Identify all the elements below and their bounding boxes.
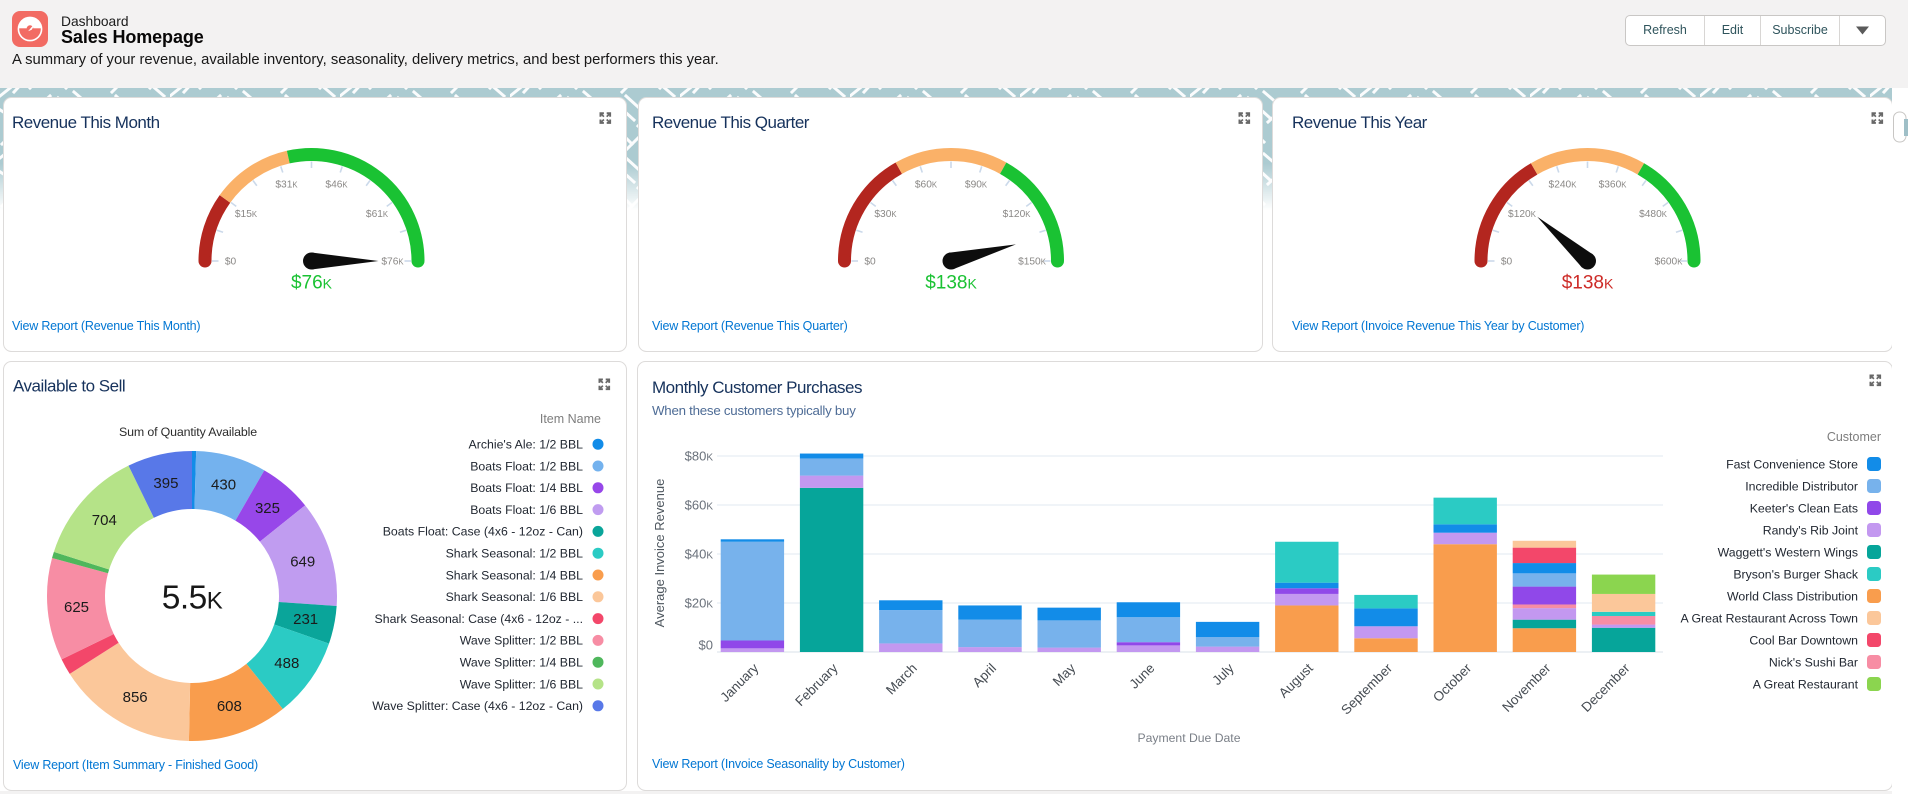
svg-text:$138K: $138K [925, 273, 977, 294]
svg-text:Revenue This Year: Revenue This Year [1292, 113, 1428, 132]
svg-text:$150K: $150K [1018, 257, 1047, 268]
svg-text:Archie's Ale: 1/2 BBL: Archie's Ale: 1/2 BBL [469, 438, 584, 452]
svg-text:Average Invoice Revenue: Average Invoice Revenue [652, 479, 667, 628]
svg-text:Shark Seasonal: Case (4x6 - 12: Shark Seasonal: Case (4x6 - 12oz - ... [375, 612, 583, 626]
svg-text:Bryson's Burger Shack: Bryson's Burger Shack [1733, 567, 1859, 581]
svg-text:Wave Splitter: 1/4 BBL: Wave Splitter: 1/4 BBL [460, 656, 583, 670]
svg-text:625: 625 [64, 599, 89, 616]
svg-text:$60K: $60K [915, 180, 938, 191]
svg-text:World Class Distribution: World Class Distribution [1727, 589, 1858, 603]
svg-text:Incredible Distributor: Incredible Distributor [1745, 479, 1858, 493]
svg-text:$76K: $76K [291, 273, 333, 294]
svg-text:$360K: $360K [1599, 180, 1628, 191]
svg-text:325: 325 [255, 500, 280, 517]
svg-text:A Great Restaurant Across Town: A Great Restaurant Across Town [1681, 611, 1859, 625]
svg-text:Revenue This Quarter: Revenue This Quarter [652, 113, 810, 132]
svg-text:488: 488 [274, 655, 299, 672]
svg-text:430: 430 [211, 476, 236, 493]
svg-text:$0: $0 [225, 257, 237, 268]
svg-text:Boats Float: 1/2 BBL: Boats Float: 1/2 BBL [470, 459, 583, 473]
svg-text:Boats Float: 1/4 BBL: Boats Float: 1/4 BBL [470, 481, 583, 495]
svg-text:856: 856 [123, 689, 148, 706]
svg-text:Revenue This Month: Revenue This Month [12, 113, 160, 132]
svg-text:$90K: $90K [965, 180, 988, 191]
svg-text:Wave Splitter: 1/6 BBL: Wave Splitter: 1/6 BBL [460, 677, 583, 691]
svg-text:$240K: $240K [1549, 180, 1578, 191]
svg-text:When these customers typically: When these customers typically buy [652, 403, 856, 418]
svg-text:Monthly Customer Purchases: Monthly Customer Purchases [652, 378, 862, 397]
svg-text:$120K: $120K [1003, 209, 1032, 220]
svg-text:View Report (Item Summary - Fi: View Report (Item Summary - Finished Goo… [13, 758, 258, 772]
svg-text:Keeter's Clean Eats: Keeter's Clean Eats [1750, 501, 1858, 515]
svg-text:$76K: $76K [381, 257, 404, 268]
svg-text:Sum of Quantity Available: Sum of Quantity Available [119, 425, 257, 439]
svg-text:Boats Float: Case (4x6 - 12oz: Boats Float: Case (4x6 - 12oz - Can) [383, 525, 583, 539]
svg-text:Item Name: Item Name [540, 412, 601, 426]
svg-text:704: 704 [92, 512, 117, 529]
svg-text:Fast Convenience Store: Fast Convenience Store [1726, 457, 1858, 471]
svg-text:Nick's Sushi Bar: Nick's Sushi Bar [1769, 655, 1858, 669]
svg-text:$46K: $46K [325, 180, 348, 191]
svg-text:View Report (Invoice Revenue T: View Report (Invoice Revenue This Year b… [1292, 319, 1584, 333]
svg-text:Available to Sell: Available to Sell [13, 377, 125, 396]
svg-text:608: 608 [217, 698, 242, 715]
svg-text:$600K: $600K [1655, 257, 1684, 268]
svg-text:649: 649 [290, 553, 315, 570]
svg-text:Boats Float: 1/6 BBL: Boats Float: 1/6 BBL [470, 503, 583, 517]
svg-text:$15K: $15K [235, 209, 258, 220]
svg-text:$31K: $31K [275, 180, 298, 191]
svg-text:Shark Seasonal: 1/2 BBL: Shark Seasonal: 1/2 BBL [446, 547, 584, 561]
svg-text:$480K: $480K [1639, 209, 1668, 220]
svg-text:Shark Seasonal: 1/6 BBL: Shark Seasonal: 1/6 BBL [446, 590, 584, 604]
svg-text:Shark Seasonal: 1/4 BBL: Shark Seasonal: 1/4 BBL [446, 568, 584, 582]
svg-text:Cool Bar Downtown: Cool Bar Downtown [1749, 633, 1858, 647]
svg-text:$0: $0 [699, 638, 713, 653]
svg-text:395: 395 [153, 475, 178, 492]
svg-text:View Report (Revenue This Mont: View Report (Revenue This Month) [12, 319, 200, 333]
svg-text:231: 231 [293, 611, 318, 628]
svg-text:Waggett's Western Wings: Waggett's Western Wings [1718, 545, 1858, 559]
svg-text:Wave Splitter: Case (4x6 - 12o: Wave Splitter: Case (4x6 - 12oz - Can) [372, 699, 583, 713]
svg-text:$120K: $120K [1508, 209, 1537, 220]
svg-text:$61K: $61K [366, 209, 389, 220]
svg-text:$0: $0 [864, 257, 876, 268]
svg-text:$30K: $30K [874, 209, 897, 220]
svg-text:A Great Restaurant: A Great Restaurant [1753, 677, 1859, 691]
svg-text:View Report (Revenue This Quar: View Report (Revenue This Quarter) [652, 319, 848, 333]
svg-text:$0: $0 [1501, 257, 1513, 268]
svg-text:Customer: Customer [1827, 430, 1881, 444]
svg-text:View Report (Invoice Seasonali: View Report (Invoice Seasonality by Cust… [652, 757, 905, 771]
svg-text:Randy's Rib Joint: Randy's Rib Joint [1763, 523, 1859, 537]
svg-text:Wave Splitter: 1/2 BBL: Wave Splitter: 1/2 BBL [460, 634, 583, 648]
svg-text:$138K: $138K [1562, 273, 1614, 294]
svg-text:Payment Due Date: Payment Due Date [1138, 731, 1241, 745]
